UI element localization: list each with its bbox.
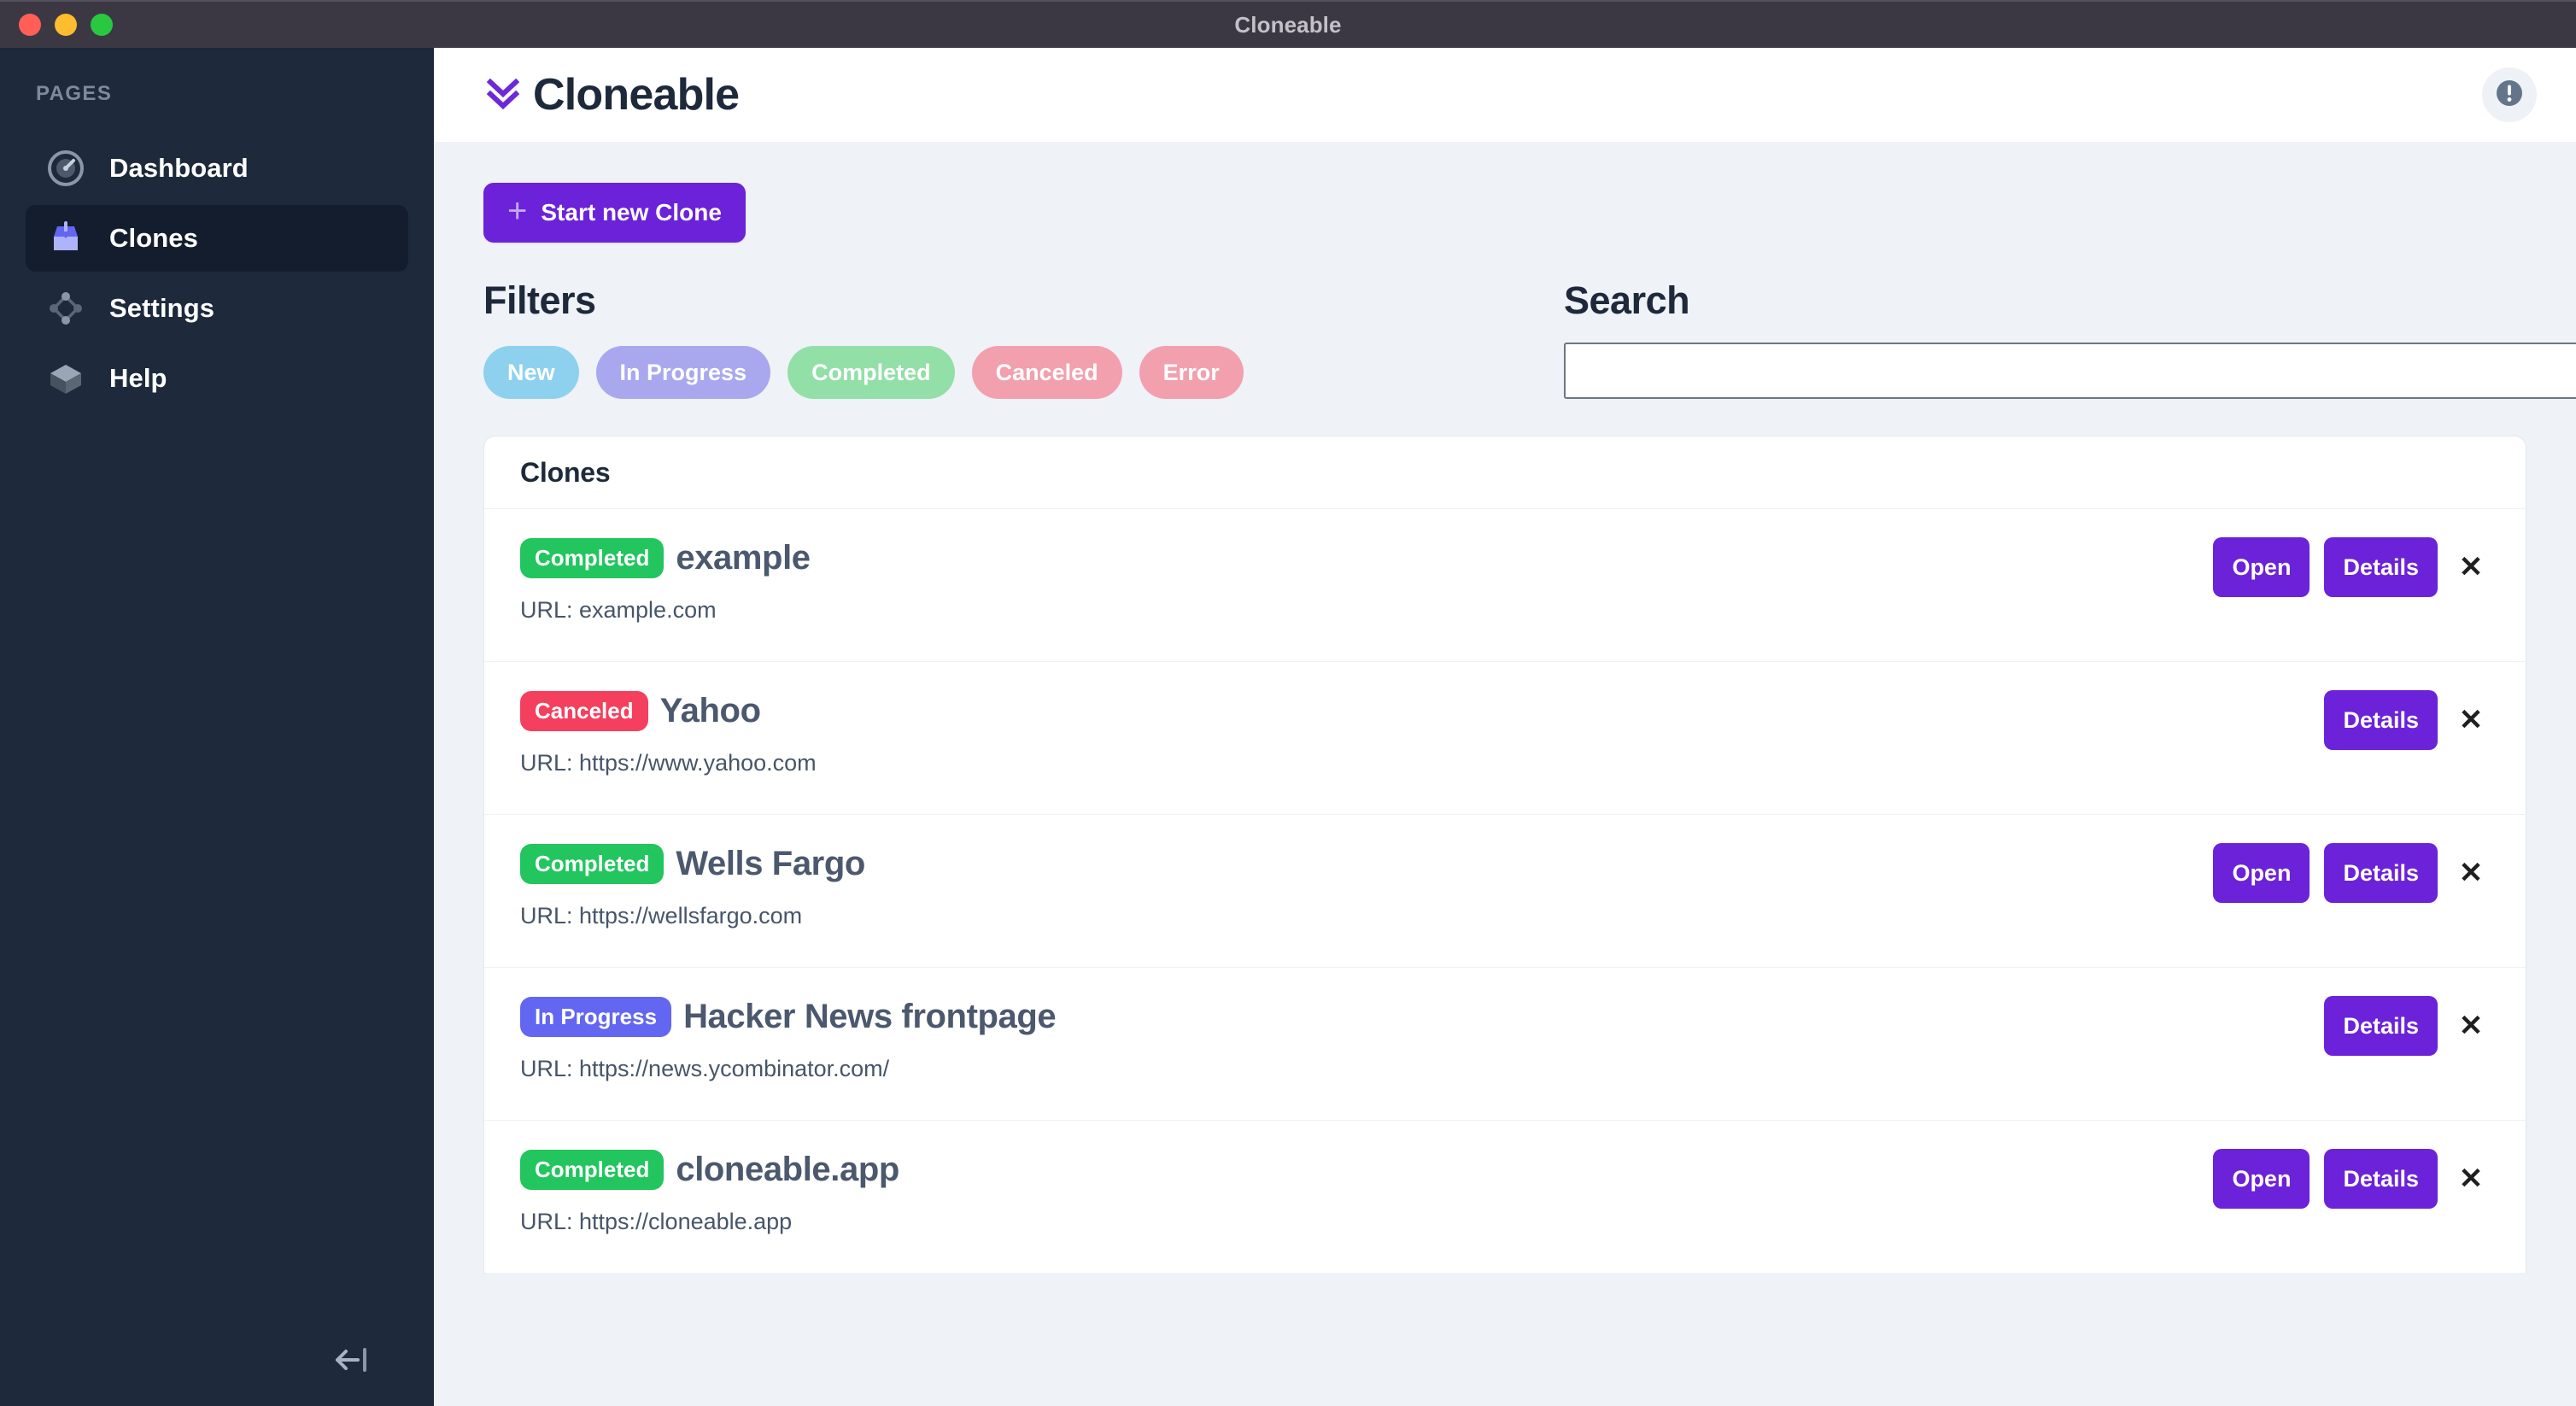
clone-row-actions: Details ✕ — [2324, 996, 2490, 1056]
brand-title: Cloneable — [533, 70, 740, 120]
sidebar-item-dashboard[interactable]: Dashboard — [26, 135, 408, 202]
status-badge: Completed — [520, 538, 664, 578]
search-section: Search — [1564, 281, 2576, 399]
app-window: Cloneable PAGES Dashboard Clones Setting… — [0, 0, 2576, 1406]
clones-card-header: Clones — [484, 436, 2526, 509]
clone-name: Yahoo — [659, 692, 761, 729]
start-new-clone-button[interactable]: + Start new Clone — [483, 183, 746, 243]
clone-row-actions: Open Details ✕ — [2213, 1149, 2490, 1209]
start-new-clone-label: Start new Clone — [541, 199, 722, 226]
clone-row: Completed cloneable.app URL: https://clone… — [484, 1121, 2526, 1274]
status-badge: Canceled — [520, 691, 648, 731]
details-button[interactable]: Details — [2324, 843, 2438, 903]
search-input[interactable] — [1564, 343, 2576, 399]
sidebar-item-label: Settings — [109, 293, 215, 323]
sidebar: PAGES Dashboard Clones Settings Help — [0, 48, 434, 1406]
app-header: Cloneable — [434, 48, 2576, 142]
double-chevron-down-icon — [483, 73, 523, 117]
status-badge: In Progress — [520, 997, 672, 1037]
clone-row: In Progress Hacker News frontpage URL: htt… — [484, 968, 2526, 1121]
arrow-left-bar-icon — [334, 1343, 382, 1381]
clone-row-heading: Canceled Yahoo — [520, 691, 2490, 731]
filters-section: Filters New In Progress Completed Canceled E… — [483, 281, 1564, 399]
cube-icon — [46, 359, 85, 398]
gauge-icon — [46, 149, 85, 188]
clone-name: example — [676, 539, 811, 577]
clone-url: URL: https://www.yahoo.com — [520, 750, 817, 776]
details-button[interactable]: Details — [2324, 537, 2438, 597]
sidebar-item-label: Dashboard — [109, 153, 249, 183]
brand-logo: Cloneable — [483, 69, 740, 120]
clone-row: Canceled Yahoo URL: https://www.yahoo.com D… — [484, 662, 2526, 815]
filters-heading: Filters — [483, 278, 596, 322]
clone-row-actions: Open Details ✕ — [2213, 843, 2490, 903]
sidebar-item-label: Help — [109, 363, 167, 393]
filter-pill-new[interactable]: New — [483, 346, 579, 399]
collapse-sidebar-button[interactable] — [328, 1336, 388, 1387]
clone-row-actions: Details ✕ — [2324, 690, 2490, 750]
info-button[interactable] — [2482, 67, 2537, 122]
clone-row-heading: In Progress Hacker News frontpage — [520, 997, 2490, 1037]
plus-icon: + — [507, 192, 528, 230]
node-graph-icon — [46, 289, 85, 328]
details-button[interactable]: Details — [2324, 690, 2438, 750]
search-heading: Search — [1564, 278, 1690, 322]
clone-url: URL: https://wellsfargo.com — [520, 903, 803, 929]
window-titlebar: Cloneable — [0, 0, 2576, 48]
clone-url: URL: https://news.ycombinator.com/ — [520, 1056, 890, 1081]
close-x-icon[interactable]: ✕ — [2452, 996, 2490, 1056]
clone-name: Wells Fargo — [676, 845, 865, 882]
clone-row-heading: Completed Wells Fargo — [520, 844, 2490, 884]
status-badge: Completed — [520, 844, 664, 884]
details-button[interactable]: Details — [2324, 996, 2438, 1056]
clone-row: Completed example URL: example.com Open Deta… — [484, 509, 2526, 662]
clone-name: Hacker News frontpage — [683, 998, 1057, 1035]
open-button[interactable]: Open — [2213, 537, 2310, 597]
close-x-icon[interactable]: ✕ — [2452, 843, 2490, 903]
window-title: Cloneable — [1234, 11, 1342, 38]
close-x-icon[interactable]: ✕ — [2452, 537, 2490, 597]
sidebar-section-label: PAGES — [36, 82, 113, 105]
close-x-icon[interactable]: ✕ — [2452, 1149, 2490, 1209]
clone-name: cloneable.app — [676, 1151, 899, 1188]
status-badge: Completed — [520, 1150, 664, 1190]
filters-and-search: Filters New In Progress Completed Canceled E… — [483, 281, 2576, 399]
filter-pill-error[interactable]: Error — [1139, 346, 1244, 399]
open-button[interactable]: Open — [2213, 1149, 2310, 1209]
clone-url: URL: https://cloneable.app — [520, 1209, 793, 1234]
clone-row-heading: Completed example — [520, 538, 2490, 578]
clones-list: Completed example URL: example.com Open Deta… — [484, 509, 2526, 1274]
info-circle-icon — [2491, 75, 2527, 115]
filter-pill-canceled[interactable]: Canceled — [971, 346, 1122, 399]
inbox-download-icon — [46, 219, 85, 258]
sidebar-item-settings[interactable]: Settings — [26, 275, 408, 342]
filter-pill-group: New In Progress Completed Canceled Error — [483, 346, 1564, 399]
clone-row-heading: Completed cloneable.app — [520, 1150, 2490, 1190]
open-button[interactable]: Open — [2213, 843, 2310, 903]
clone-row: Completed Wells Fargo URL: https://wellsfa… — [484, 815, 2526, 968]
clones-card: Clones Completed example URL: example.com O… — [483, 436, 2526, 1274]
clones-card-title: Clones — [520, 456, 611, 488]
clone-url: URL: example.com — [520, 597, 717, 623]
sidebar-nav: Dashboard Clones Settings Help — [0, 135, 434, 412]
sidebar-item-help[interactable]: Help — [26, 345, 408, 412]
details-button[interactable]: Details — [2324, 1149, 2438, 1209]
page-content: + Start new Clone Filters New In Progress… — [434, 142, 2576, 1406]
filter-pill-in-progress[interactable]: In Progress — [595, 346, 771, 399]
clone-row-actions: Open Details ✕ — [2213, 537, 2490, 597]
sidebar-item-clones[interactable]: Clones — [26, 205, 408, 272]
main-area: Cloneable + Start new Clone Filters New … — [434, 48, 2576, 1406]
close-x-icon[interactable]: ✕ — [2452, 690, 2490, 750]
sidebar-item-label: Clones — [109, 223, 198, 253]
filter-pill-completed[interactable]: Completed — [787, 346, 955, 399]
